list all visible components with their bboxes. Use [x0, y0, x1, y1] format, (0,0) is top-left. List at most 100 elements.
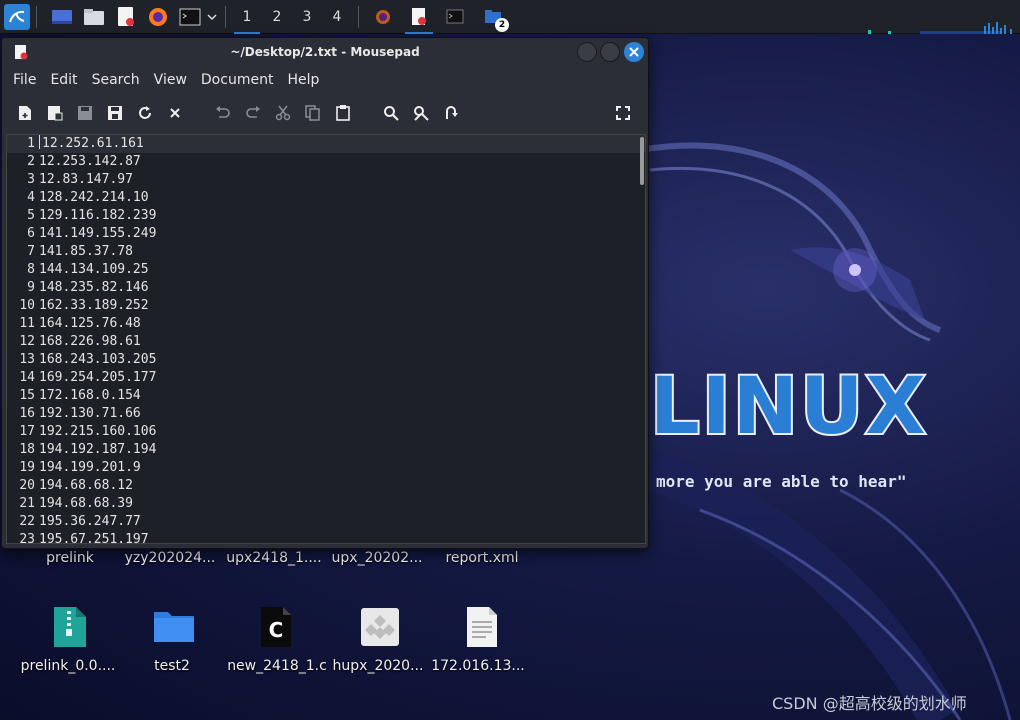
- text-line[interactable]: 9 148.235.82.146: [7, 279, 645, 297]
- kali-menu-icon[interactable]: [4, 3, 30, 30]
- scrollbar-thumb[interactable]: [640, 137, 644, 185]
- line-number: 11: [19, 316, 35, 331]
- fullscreen-icon[interactable]: [612, 102, 634, 124]
- paste-icon[interactable]: [332, 102, 354, 124]
- text-editor-area[interactable]: 1 12.252.61.161 2 12.253.142.87 3 12.83.147.9…: [6, 134, 646, 544]
- save-icon[interactable]: [74, 102, 96, 124]
- line-text: 12.83.147.97: [39, 172, 133, 187]
- text-line[interactable]: 22 195.36.247.77: [7, 513, 645, 531]
- terminal-icon[interactable]: [177, 4, 203, 30]
- workspace-2[interactable]: 2: [262, 0, 292, 34]
- text-line[interactable]: 13 168.243.103.205: [7, 351, 645, 369]
- text-line[interactable]: 3 12.83.147.97: [7, 171, 645, 189]
- menu-document[interactable]: Document: [194, 72, 281, 88]
- chevron-down-icon[interactable]: [205, 4, 219, 30]
- save-as-icon[interactable]: [104, 102, 126, 124]
- taskbar-mousepad-window[interactable]: [405, 0, 433, 34]
- close-document-icon[interactable]: [164, 102, 186, 124]
- executable-icon: [361, 608, 399, 646]
- desktop-icon-prelink-archive[interactable]: [20, 605, 120, 649]
- desktop-icon-label[interactable]: prelink_0.0....: [18, 658, 118, 674]
- taskbar-firefox-window[interactable]: [369, 0, 397, 34]
- text-line[interactable]: 2 12.253.142.87: [7, 153, 645, 171]
- desktop-icon-label[interactable]: test2: [122, 658, 222, 674]
- text-line[interactable]: 12 168.226.98.61: [7, 333, 645, 351]
- show-desktop-icon[interactable]: [49, 4, 75, 30]
- desktop-icon-label[interactable]: new_2418_1.c: [227, 658, 327, 674]
- vertical-scrollbar[interactable]: [637, 135, 645, 543]
- line-number: 20: [19, 478, 35, 493]
- line-text: 168.226.98.61: [39, 334, 141, 349]
- reload-icon[interactable]: [134, 102, 156, 124]
- desktop-icon-label[interactable]: report.xml: [432, 550, 532, 566]
- wallpaper-title: LINUX: [648, 360, 928, 454]
- desktop-icon-label[interactable]: yzy202024...: [120, 550, 220, 566]
- desktop-icon-label[interactable]: upx_20202...: [327, 550, 427, 566]
- text-line[interactable]: 14 169.254.205.177: [7, 369, 645, 387]
- firefox-icon[interactable]: [145, 4, 171, 30]
- window-titlebar[interactable]: ~/Desktop/2.txt - Mousepad: [2, 38, 648, 66]
- line-text: 148.235.82.146: [39, 280, 149, 295]
- text-line[interactable]: 16 192.130.71.66: [7, 405, 645, 423]
- taskbar-folder-window[interactable]: 2: [479, 0, 509, 34]
- workspace-1[interactable]: 1: [232, 0, 262, 34]
- copy-icon[interactable]: [302, 102, 324, 124]
- text-line[interactable]: 20 194.68.68.12: [7, 477, 645, 495]
- maximize-button[interactable]: [600, 42, 620, 62]
- search-icon[interactable]: [380, 102, 402, 124]
- desktop-icon-label[interactable]: 172.016.13...: [428, 658, 528, 674]
- line-number: 4: [27, 190, 35, 205]
- toolbar: [2, 94, 648, 132]
- taskbar-terminal-window[interactable]: [441, 0, 469, 34]
- text-line[interactable]: 8 144.134.109.25: [7, 261, 645, 279]
- cpu-graph: [868, 22, 1012, 34]
- text-line[interactable]: 15 172.168.0.154: [7, 387, 645, 405]
- text-line[interactable]: 21 194.68.68.39: [7, 495, 645, 513]
- menu-search[interactable]: Search: [85, 72, 147, 88]
- undo-icon[interactable]: [212, 102, 234, 124]
- desktop-icon-label[interactable]: hupx_2020...: [328, 658, 428, 674]
- desktop-icon-label[interactable]: prelink: [20, 550, 120, 566]
- menu-file[interactable]: File: [6, 72, 43, 88]
- desktop-icon-c-file[interactable]: C: [226, 605, 326, 649]
- line-number: 21: [19, 496, 35, 511]
- new-document-icon[interactable]: [14, 102, 36, 124]
- find-replace-icon[interactable]: [410, 102, 432, 124]
- svg-text:C: C: [269, 618, 284, 642]
- line-number: 15: [19, 388, 35, 403]
- text-line[interactable]: 11 164.125.76.48: [7, 315, 645, 333]
- new-window-icon[interactable]: [44, 102, 66, 124]
- line-number: 2: [27, 154, 35, 169]
- text-line[interactable]: 1 12.252.61.161: [7, 135, 645, 153]
- text-line[interactable]: 10 162.33.189.252: [7, 297, 645, 315]
- line-text: 172.168.0.154: [39, 388, 141, 403]
- menu-help[interactable]: Help: [280, 72, 326, 88]
- minimize-button[interactable]: [577, 42, 597, 62]
- text-line[interactable]: 23 195.67.251.197: [7, 531, 645, 543]
- cut-icon[interactable]: [272, 102, 294, 124]
- text-line[interactable]: 6 141.149.155.249: [7, 225, 645, 243]
- text-line[interactable]: 7 141.85.37.78: [7, 243, 645, 261]
- workspace-label: 1: [242, 8, 252, 25]
- text-line[interactable]: 5 129.116.182.239: [7, 207, 645, 225]
- text-line[interactable]: 17 192.215.160.106: [7, 423, 645, 441]
- line-text: 194.68.68.39: [39, 496, 133, 511]
- file-manager-icon[interactable]: [81, 4, 107, 30]
- text-editor-icon[interactable]: [113, 4, 139, 30]
- text-line[interactable]: 4 128.242.214.10: [7, 189, 645, 207]
- redo-icon[interactable]: [242, 102, 264, 124]
- desktop-icon-label[interactable]: upx2418_1....: [224, 550, 324, 566]
- desktop-icon-folder[interactable]: [124, 608, 224, 644]
- menu-edit[interactable]: Edit: [43, 72, 84, 88]
- close-icon: [629, 47, 639, 57]
- text-line[interactable]: 19 194.199.201.9: [7, 459, 645, 477]
- desktop-icon-text-file[interactable]: [432, 605, 532, 649]
- close-button[interactable]: [624, 42, 644, 62]
- zip-archive-icon: [54, 607, 86, 647]
- desktop-icon-executable[interactable]: [330, 607, 430, 647]
- go-to-line-icon[interactable]: [440, 102, 462, 124]
- workspace-3[interactable]: 3: [292, 0, 322, 34]
- workspace-4[interactable]: 4: [322, 0, 352, 34]
- text-line[interactable]: 18 194.192.187.194: [7, 441, 645, 459]
- menu-view[interactable]: View: [147, 72, 194, 88]
